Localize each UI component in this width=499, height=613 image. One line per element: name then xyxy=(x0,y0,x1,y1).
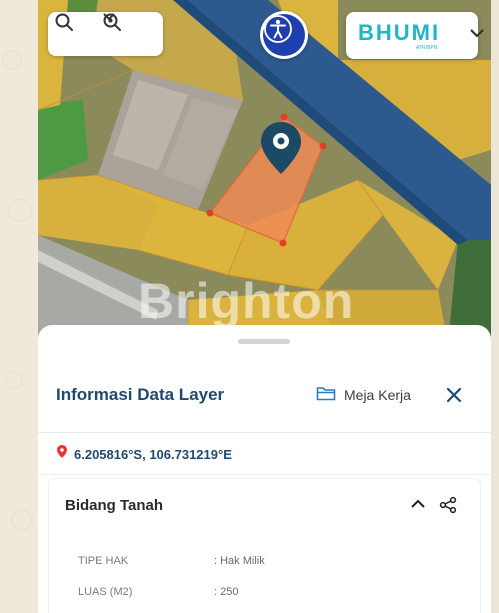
zoom-dropdown[interactable] xyxy=(102,12,157,56)
app-screen: Brighton BHUMI ATR/BPN Informasi Data La… xyxy=(38,0,491,613)
bhumi-logo: BHUMI xyxy=(358,20,441,45)
map-pin-icon xyxy=(56,444,68,464)
share-icon[interactable] xyxy=(439,496,457,519)
bhumi-logo-subtitle: ATR/BPN xyxy=(416,45,438,51)
close-icon xyxy=(443,387,465,410)
map-search-box xyxy=(48,12,163,56)
brand-switcher[interactable]: BHUMI ATR/BPN xyxy=(346,12,484,59)
divider xyxy=(38,432,491,433)
map-view[interactable]: Brighton BHUMI ATR/BPN xyxy=(38,0,491,345)
accessibility-icon xyxy=(263,14,305,56)
chevron-up-icon[interactable] xyxy=(410,497,426,516)
info-bottom-sheet: Informasi Data Layer Meja Kerja 6.205816… xyxy=(38,325,491,613)
divider xyxy=(38,474,491,475)
meja-kerja-label: Meja Kerja xyxy=(344,387,411,403)
meja-kerja-button[interactable]: Meja Kerja xyxy=(316,381,411,409)
attr-value-luas: : 250 xyxy=(214,586,239,598)
drag-handle[interactable] xyxy=(238,339,290,344)
bidang-tanah-section: Bidang Tanah TIPE HAK : Hak Milik LUAS (… xyxy=(48,478,481,613)
accessibility-button[interactable] xyxy=(260,11,308,59)
chat-wallpaper-left xyxy=(0,0,38,613)
search-icon[interactable] xyxy=(54,12,94,56)
folder-icon xyxy=(316,385,336,406)
attr-label-tipe-hak: TIPE HAK xyxy=(78,555,129,567)
attr-label-luas: LUAS (M2) xyxy=(78,586,133,598)
coordinates-text: 6.205816°S, 106.731219°E xyxy=(74,446,232,462)
coordinates-row: 6.205816°S, 106.731219°E xyxy=(56,444,232,464)
panel-title: Informasi Data Layer xyxy=(56,385,225,404)
watermark: Brighton xyxy=(138,273,355,329)
attr-value-tipe-hak: : Hak Milik xyxy=(214,555,265,567)
close-button[interactable] xyxy=(443,384,465,406)
section-title: Bidang Tanah xyxy=(65,497,164,514)
